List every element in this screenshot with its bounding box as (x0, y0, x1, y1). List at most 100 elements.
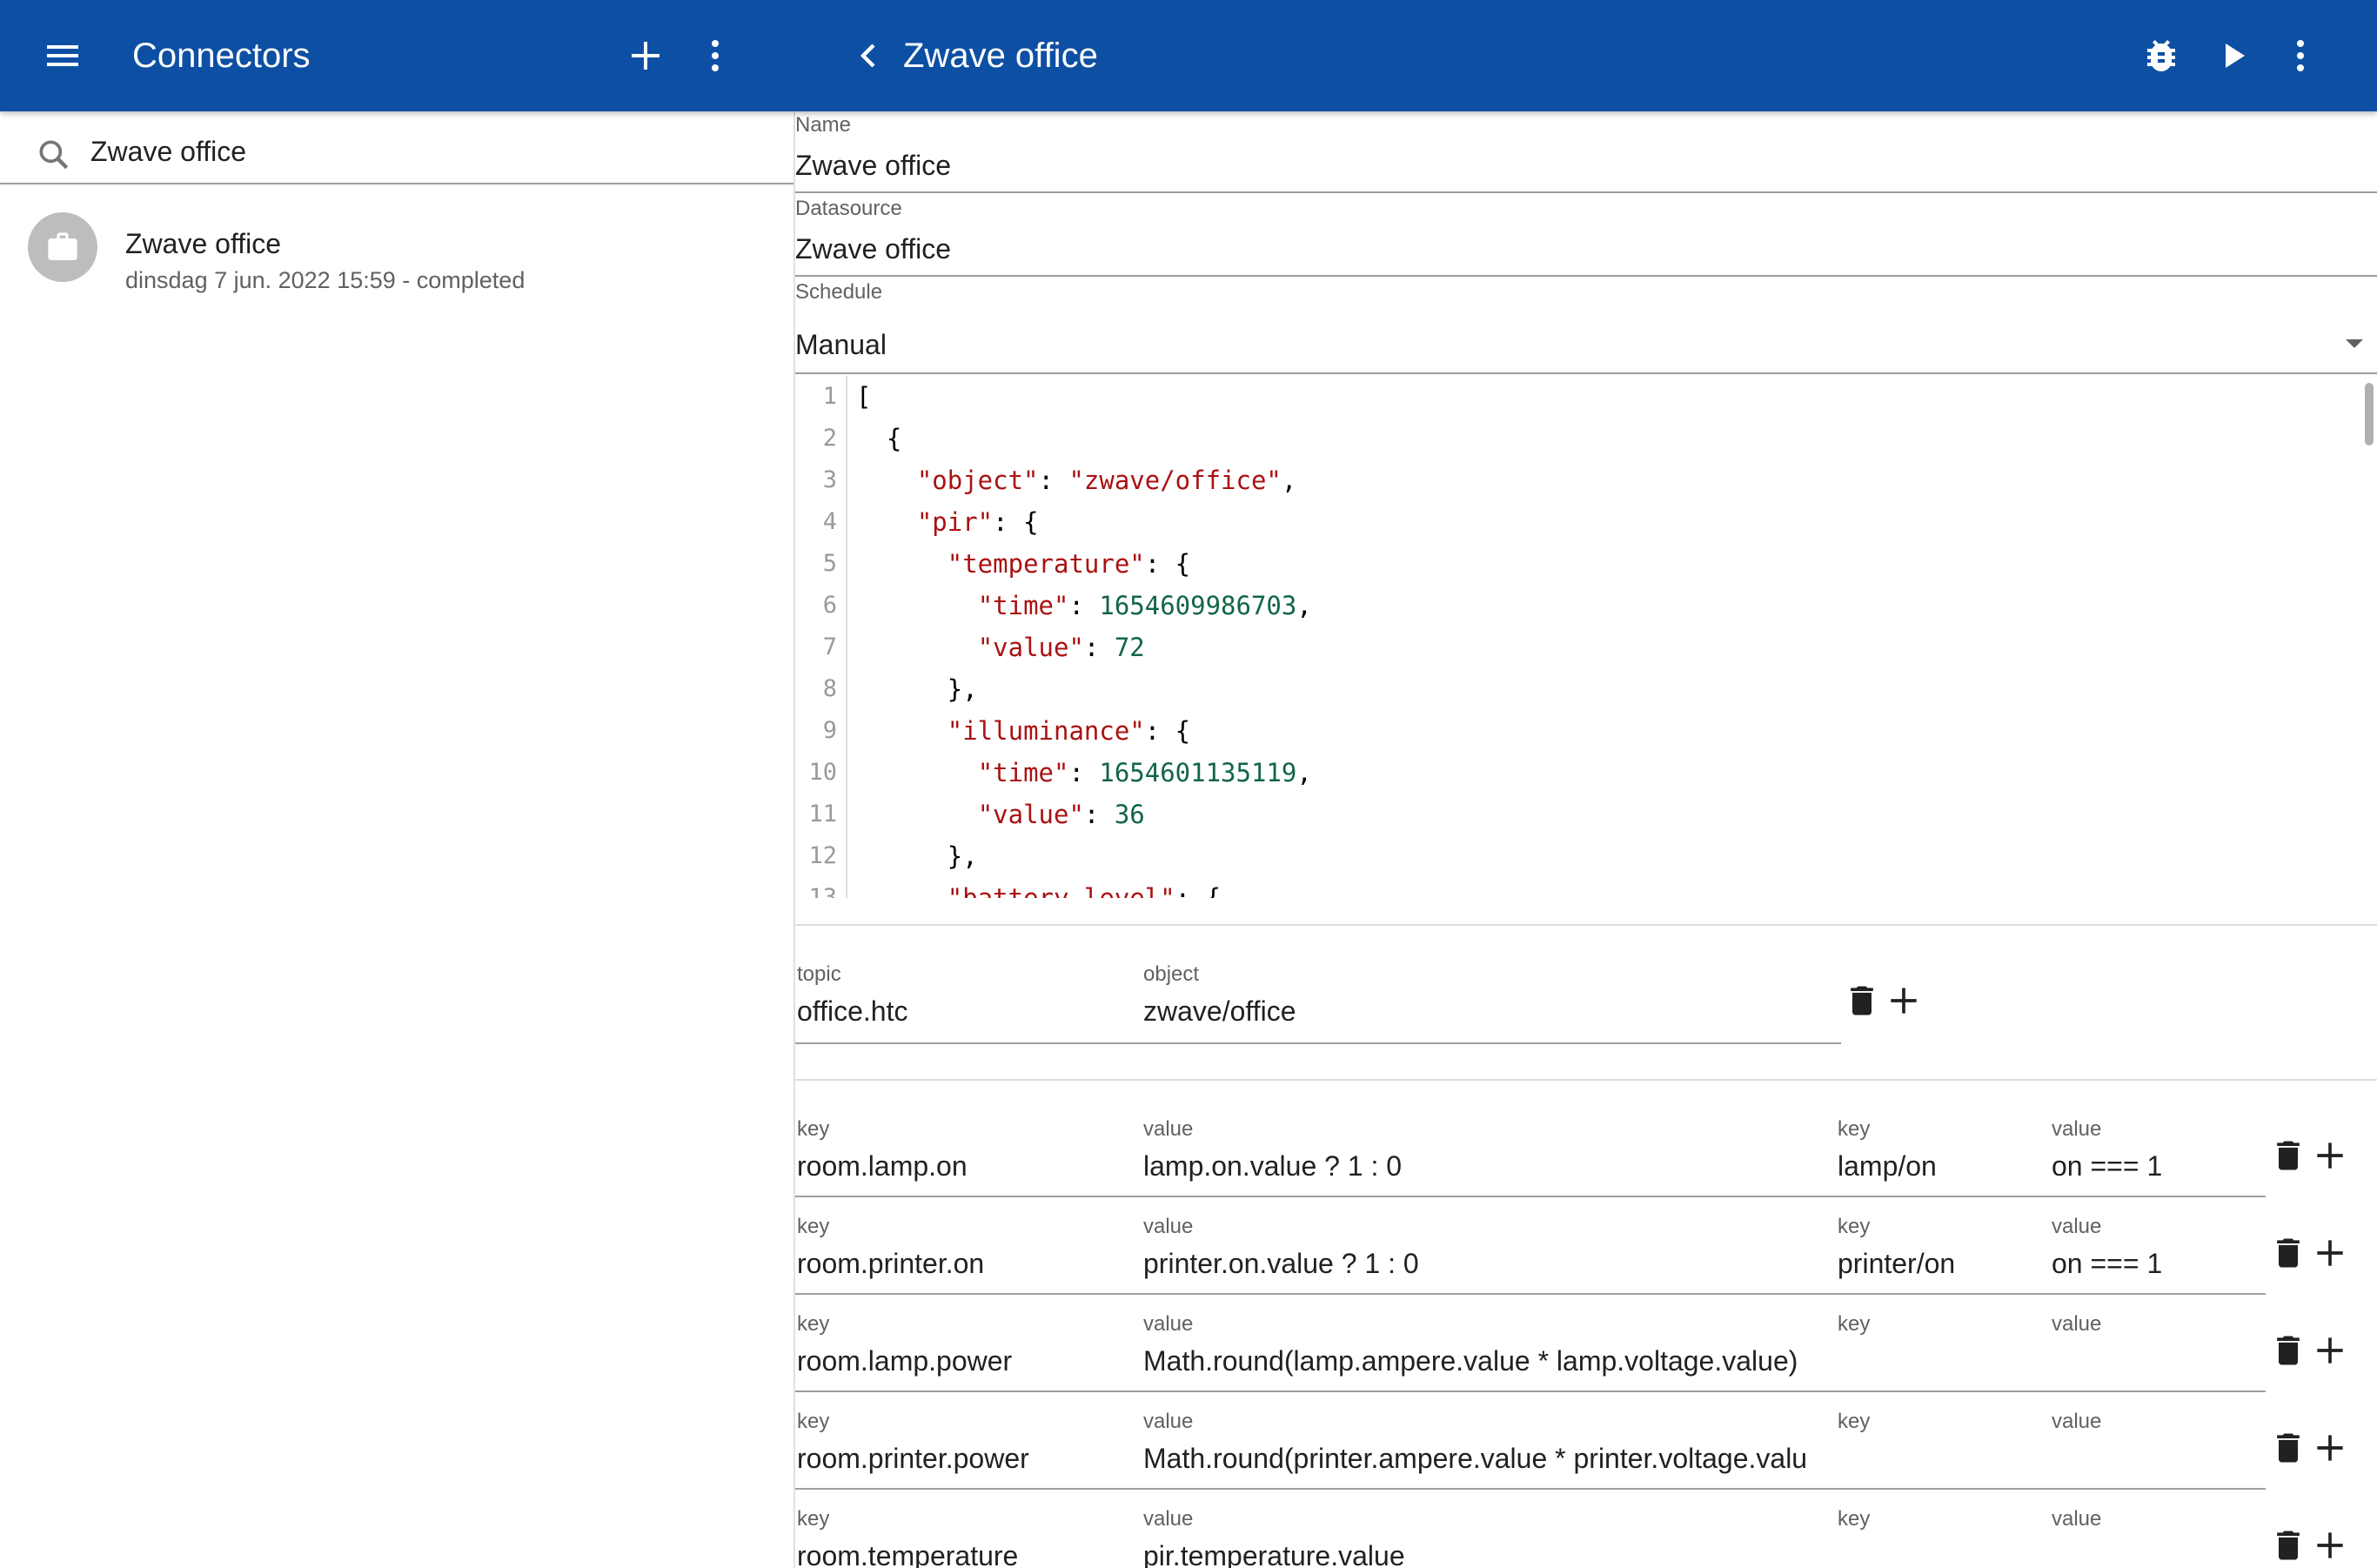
code-line: "illuminance": { (947, 716, 1191, 746)
value2-field[interactable]: value on === 1 (2052, 1117, 2260, 1187)
topic-field[interactable]: topic office.htc (797, 962, 1145, 1034)
value-input[interactable]: Math.round(lamp.ampere.value * lamp.volt… (1143, 1344, 1818, 1378)
line-number: 13 (808, 884, 837, 898)
code-line: }, (856, 674, 978, 704)
key2-label: key (1838, 1215, 1871, 1238)
delete-icon[interactable] (2269, 1526, 2307, 1565)
value-input[interactable]: printer.on.value ? 1 : 0 (1143, 1246, 1818, 1281)
key-field[interactable]: key room.lamp.power (797, 1312, 1143, 1382)
value-field[interactable]: value Math.round(printer.ampere.value * p… (1143, 1410, 1822, 1479)
value-field[interactable]: value printer.on.value ? 1 : 0 (1143, 1215, 1822, 1284)
value-field[interactable]: value lamp.on.value ? 1 : 0 (1143, 1117, 1822, 1187)
json-editor[interactable]: 1 2 3 4 5 6 7 8 9 10 11 12 13 [ { "objec… (795, 376, 2377, 898)
object-input[interactable]: zwave/office (1143, 994, 1744, 1029)
add-icon[interactable] (625, 35, 666, 77)
editor-scrollbar[interactable] (2365, 383, 2374, 446)
name-field[interactable]: Name Zwave office (795, 111, 2377, 193)
search-input[interactable]: Zwave office (90, 134, 246, 169)
add-icon[interactable] (1885, 982, 1923, 1020)
value2-label: value (2052, 1312, 2102, 1336)
value2-field[interactable]: value on === 1 (2052, 1215, 2260, 1284)
avatar (28, 212, 97, 282)
topic-label: topic (797, 962, 841, 986)
code-line: "temperature": { (947, 549, 1191, 579)
value2-field[interactable]: value (2052, 1312, 2260, 1382)
value2-input[interactable]: on === 1 (2052, 1149, 2257, 1183)
code-line: }, (856, 841, 978, 871)
key2-field[interactable]: key lamp/on (1838, 1117, 2046, 1187)
add-icon[interactable] (2311, 1331, 2349, 1370)
value-label: value (1143, 1410, 1194, 1433)
key-input[interactable]: room.printer.on (797, 1246, 1140, 1281)
delete-icon[interactable] (2269, 1136, 2307, 1175)
bug-icon[interactable] (2140, 35, 2182, 77)
key-field[interactable]: key room.temperature (797, 1507, 1143, 1568)
row-underline (795, 1196, 2266, 1197)
add-icon[interactable] (2311, 1526, 2349, 1565)
key-label: key (797, 1507, 830, 1531)
key2-field[interactable]: key (1838, 1312, 2046, 1382)
object-label: object (1143, 962, 1200, 986)
value-field[interactable]: value pir.temperature.value (1143, 1507, 1822, 1568)
object-field[interactable]: object zwave/office (1143, 962, 1752, 1034)
list-item-subtitle: dinsdag 7 jun. 2022 15:59 - completed (125, 267, 526, 293)
value2-field[interactable]: value (2052, 1410, 2260, 1479)
list-item[interactable]: Zwave office dinsdag 7 jun. 2022 15:59 -… (0, 198, 793, 312)
key2-input[interactable]: printer/on (1838, 1246, 2043, 1281)
delete-icon[interactable] (2269, 1234, 2307, 1272)
datasource-field[interactable]: Datasource Zwave office (795, 195, 2377, 277)
value2-input[interactable]: on === 1 (2052, 1246, 2257, 1281)
search-bar[interactable]: Zwave office (0, 111, 793, 184)
key-input[interactable]: room.temperature (797, 1538, 1140, 1568)
key2-field[interactable]: key (1838, 1410, 2046, 1479)
topic-input[interactable]: office.htc (797, 994, 1136, 1029)
connector-detail: Name Zwave office Datasource Zwave offic… (795, 111, 2377, 1568)
key2-input[interactable]: lamp/on (1838, 1149, 2043, 1183)
key2-field[interactable]: key (1838, 1507, 2046, 1568)
datasource-input[interactable]: Zwave office (795, 231, 951, 266)
delete-icon[interactable] (2269, 1429, 2307, 1467)
key-input[interactable]: room.printer.power (797, 1441, 1140, 1476)
schedule-select[interactable]: Schedule Manual (795, 278, 2377, 374)
value-label: value (1143, 1312, 1194, 1336)
add-icon[interactable] (2311, 1429, 2349, 1467)
code-line: "battery_level": { (947, 883, 1222, 898)
key2-field[interactable]: key printer/on (1838, 1215, 2046, 1284)
key-field[interactable]: key room.printer.on (797, 1215, 1143, 1284)
divider (795, 1079, 2377, 1081)
add-icon[interactable] (2311, 1234, 2349, 1272)
key-field[interactable]: key room.printer.power (797, 1410, 1143, 1479)
key-input[interactable]: room.lamp.on (797, 1149, 1136, 1183)
chevron-left-icon[interactable] (847, 35, 889, 77)
add-icon[interactable] (2311, 1136, 2349, 1175)
value2-label: value (2052, 1117, 2102, 1141)
delete-icon[interactable] (2269, 1331, 2307, 1370)
play-icon[interactable] (2212, 35, 2253, 77)
key2-label: key (1838, 1117, 1871, 1141)
line-number: 2 (822, 425, 837, 452)
value-field[interactable]: value Math.round(lamp.ampere.value * lamp… (1143, 1312, 1822, 1382)
search-icon (39, 140, 69, 170)
value-input[interactable]: pir.temperature.value (1143, 1538, 1818, 1568)
work-icon (48, 232, 77, 260)
value-input[interactable]: Math.round(printer.ampere.value * printe… (1143, 1441, 1818, 1476)
value-input[interactable]: lamp.on.value ? 1 : 0 (1143, 1149, 1822, 1183)
name-input[interactable]: Zwave office (795, 148, 951, 183)
value2-label: value (2052, 1410, 2102, 1433)
app-bar: Connectors Zwave office (0, 0, 2377, 111)
dropdown-arrow-icon[interactable] (2346, 339, 2363, 348)
line-number: 9 (822, 717, 837, 744)
value-label: value (1143, 1507, 1194, 1531)
value2-field[interactable]: value (2052, 1507, 2260, 1568)
more-vert-icon[interactable] (2280, 35, 2321, 77)
key-label: key (797, 1312, 830, 1336)
key-input[interactable]: room.lamp.power (797, 1344, 1140, 1378)
value-label: value (1143, 1215, 1194, 1238)
line-number: 7 (822, 633, 837, 660)
menu-icon[interactable] (42, 35, 84, 77)
key-field[interactable]: key room.lamp.on (797, 1117, 1143, 1187)
code-line: "value": 36 (977, 800, 1145, 829)
line-number: 8 (822, 675, 837, 702)
delete-icon[interactable] (1843, 982, 1881, 1020)
more-vert-icon[interactable] (694, 35, 736, 77)
